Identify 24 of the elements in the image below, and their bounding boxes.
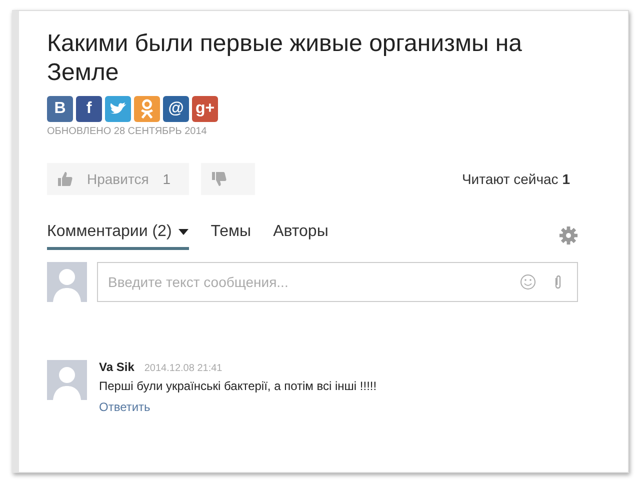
readers-count: Читают сейчас 1 <box>462 171 570 187</box>
comment-time: 2014.12.08 21:41 <box>144 363 222 374</box>
tab[interactable]: Темы <box>210 221 252 250</box>
bird-icon[interactable] <box>105 96 131 122</box>
avatar <box>47 360 87 400</box>
message-field[interactable]: Введите текст сообщения... <box>97 262 578 302</box>
settings-icon[interactable] <box>559 226 578 245</box>
smiley-icon[interactable] <box>520 274 536 290</box>
share-button[interactable]: B <box>47 96 73 122</box>
comment-text: Перші були українські бактерії, а потім всі інші !!!!! <box>99 379 377 393</box>
person-icon[interactable] <box>134 96 160 122</box>
comment-author[interactable]: Va Sik <box>99 360 134 374</box>
share-button[interactable]: f <box>76 96 102 122</box>
thumbs-up-icon <box>57 171 73 187</box>
update-date: ОБНОВЛЕНО 28 СЕНТЯБРЬ 2014 <box>47 126 208 137</box>
share-button[interactable]: g+ <box>192 96 218 122</box>
reply-link[interactable]: Ответить <box>99 400 377 414</box>
tab[interactable]: Авторы <box>273 221 328 250</box>
thumbs-down-icon <box>211 171 227 187</box>
article-title: Какими были первые живые организмы на Земле <box>47 29 524 87</box>
tab[interactable]: Комментарии (2) <box>47 221 189 250</box>
share-button[interactable]: @ <box>163 96 189 122</box>
avatar <box>47 262 87 302</box>
dislike-button[interactable] <box>201 163 255 195</box>
